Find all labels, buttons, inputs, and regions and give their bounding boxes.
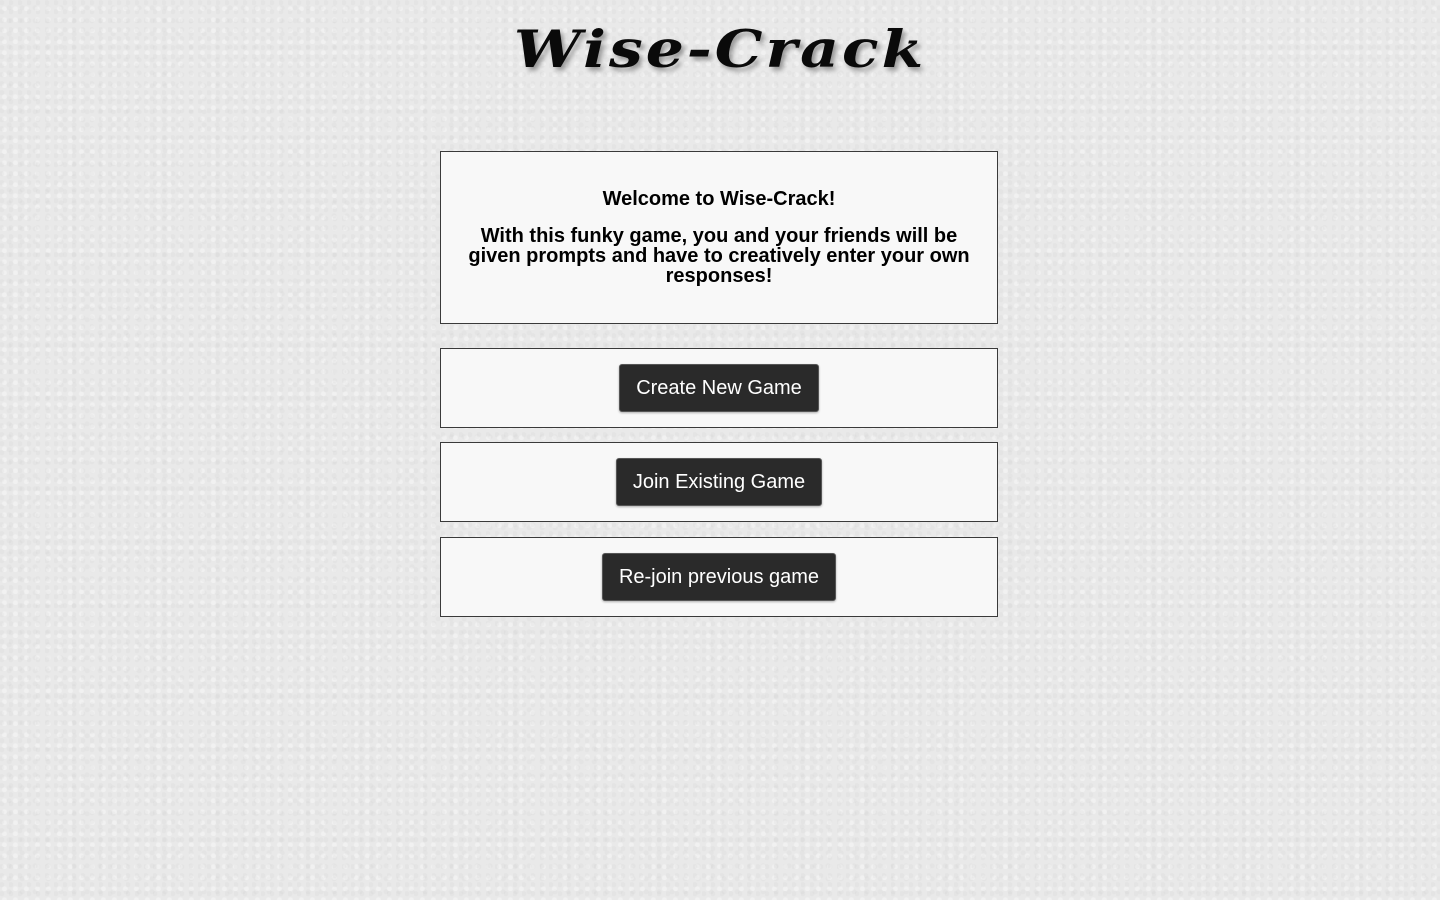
create-new-game-button[interactable]: Create New Game (619, 364, 819, 412)
join-existing-game-button[interactable]: Join Existing Game (615, 458, 823, 506)
create-game-panel: Create New Game (440, 348, 998, 428)
welcome-title: Welcome to Wise-Crack! (602, 188, 836, 210)
welcome-panel: Welcome to Wise-Crack! With this funky g… (440, 151, 998, 324)
rejoin-game-panel: Re-join previous game (440, 537, 998, 617)
welcome-description: With this funky game, you and your frien… (468, 225, 970, 287)
join-game-panel: Join Existing Game (440, 442, 998, 522)
app-logo: Wise-Crack (513, 20, 927, 80)
rejoin-previous-game-button[interactable]: Re-join previous game (601, 553, 837, 601)
